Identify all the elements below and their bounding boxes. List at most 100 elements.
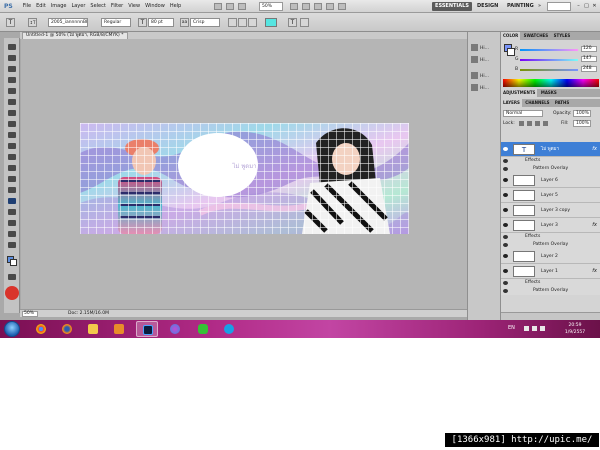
menu-layer[interactable]: Layer bbox=[71, 3, 85, 9]
move-tool-icon[interactable] bbox=[8, 44, 16, 50]
minimize-button[interactable]: – bbox=[575, 2, 582, 10]
effect-eye-icon[interactable] bbox=[503, 289, 508, 293]
menu-select[interactable]: Select bbox=[90, 3, 105, 9]
eye-visibility-icon[interactable] bbox=[503, 147, 508, 151]
layer-effect-row[interactable]: Pattern Overlay bbox=[501, 165, 600, 173]
eye-visibility-icon[interactable] bbox=[503, 254, 508, 258]
text-color-swatch[interactable] bbox=[265, 18, 277, 27]
layer-effects-icon[interactable]: fx bbox=[592, 218, 597, 233]
lock-position-icon[interactable] bbox=[535, 121, 540, 126]
layer-row[interactable]: T ไม่ พูดมา fx bbox=[501, 142, 600, 157]
lasso-tool-icon[interactable] bbox=[8, 66, 16, 72]
tab-adjustments[interactable]: ADJUSTMENTS bbox=[501, 89, 538, 97]
hand-tool-icon[interactable] bbox=[8, 242, 16, 248]
eyedropper-tool-icon[interactable] bbox=[8, 99, 16, 105]
workspace-painting-button[interactable]: PAINTING bbox=[507, 2, 534, 11]
anti-alias-select[interactable]: Crisp bbox=[190, 18, 220, 27]
lock-transparency-icon[interactable] bbox=[519, 121, 524, 126]
tray-arrow-icon[interactable] bbox=[524, 326, 529, 331]
align-center-icon[interactable] bbox=[238, 18, 247, 27]
fill-input[interactable]: 100% bbox=[573, 120, 591, 127]
start-button[interactable] bbox=[4, 321, 20, 337]
effect-eye-icon[interactable] bbox=[503, 243, 508, 247]
quick-select-tool-icon[interactable] bbox=[8, 77, 16, 83]
screen-mode-icon[interactable] bbox=[338, 3, 346, 10]
taskbar-skype[interactable] bbox=[218, 321, 240, 337]
layer-effects-icon[interactable]: fx bbox=[592, 142, 597, 157]
zoom-tool-icon[interactable] bbox=[302, 3, 310, 10]
menu-file[interactable]: File bbox=[23, 3, 31, 9]
history-panel-button[interactable]: Hi... bbox=[471, 44, 501, 54]
character-panel-icon[interactable] bbox=[300, 18, 309, 27]
taskbar-firefox[interactable] bbox=[56, 321, 78, 337]
blend-mode-select[interactable]: Normal bbox=[503, 110, 543, 117]
pen-tool-icon[interactable] bbox=[8, 209, 16, 215]
menu-edit[interactable]: Edit bbox=[36, 3, 46, 9]
tab-swatches[interactable]: SWATCHES bbox=[522, 33, 551, 38]
layer-name[interactable]: Layer 3 copy bbox=[541, 203, 570, 218]
tab-channels[interactable]: CHANNELS bbox=[523, 100, 551, 105]
layer-name[interactable]: Layer 2 bbox=[541, 249, 558, 264]
canvas-area[interactable]: ไม่ พูดมา bbox=[21, 39, 467, 309]
layer-row[interactable]: Layer 5 bbox=[501, 188, 600, 203]
volume-icon[interactable] bbox=[540, 326, 545, 331]
quick-mask-icon[interactable] bbox=[8, 274, 16, 280]
dodge-tool-icon[interactable] bbox=[8, 187, 16, 193]
menu-filter[interactable]: Filter bbox=[111, 3, 123, 9]
effect-eye-icon[interactable] bbox=[503, 159, 508, 163]
menu-help[interactable]: Help bbox=[170, 3, 181, 9]
paragraph-panel-button[interactable]: Hi... bbox=[471, 84, 501, 94]
text-orientation-icon[interactable]: ↕T bbox=[28, 18, 37, 27]
layer-name[interactable]: ไม่ พูดมา bbox=[541, 142, 559, 157]
workspace-design-button[interactable]: DESIGN bbox=[477, 2, 498, 11]
network-icon[interactable] bbox=[532, 326, 537, 331]
taskbar-line[interactable] bbox=[192, 321, 214, 337]
layer-name[interactable]: Layer 6 bbox=[541, 173, 558, 188]
taskbar-explorer[interactable] bbox=[82, 321, 104, 337]
taskbar-app-swirl[interactable] bbox=[164, 321, 186, 337]
pinned-app-icon[interactable] bbox=[5, 286, 19, 300]
layer-effect-row[interactable]: Pattern Overlay bbox=[501, 241, 600, 249]
layer-name[interactable]: Layer 5 bbox=[541, 188, 558, 203]
character-panel-button[interactable]: Hi... bbox=[471, 72, 501, 82]
layer-row[interactable]: Layer 3 copy bbox=[501, 203, 600, 218]
mini-bridge-icon[interactable] bbox=[226, 3, 234, 10]
type-tool-icon[interactable] bbox=[8, 198, 16, 204]
tab-styles[interactable]: STYLES bbox=[552, 33, 573, 38]
color-background-swatch[interactable] bbox=[507, 48, 515, 56]
workspace-essentials-button[interactable]: ESSENTIALS bbox=[432, 2, 472, 11]
actions-panel-button[interactable]: Hi... bbox=[471, 56, 501, 66]
effect-eye-icon[interactable] bbox=[503, 281, 508, 285]
zoom-level-select[interactable]: 50% bbox=[259, 2, 283, 11]
effect-eye-icon[interactable] bbox=[503, 235, 508, 239]
layer-effects-icon[interactable]: fx bbox=[592, 264, 597, 279]
red-value[interactable]: 120 bbox=[581, 46, 597, 52]
lock-all-icon[interactable] bbox=[543, 121, 548, 126]
layer-effect-row[interactable]: Effects bbox=[501, 233, 600, 241]
eye-visibility-icon[interactable] bbox=[503, 193, 508, 197]
layer-row[interactable]: Layer 1 fx bbox=[501, 264, 600, 279]
taskbar-media-player[interactable] bbox=[108, 321, 130, 337]
opacity-input[interactable]: 100% bbox=[573, 110, 591, 117]
layer-name[interactable]: Layer 3 bbox=[541, 218, 558, 233]
eye-visibility-icon[interactable] bbox=[503, 208, 508, 212]
view-extras-icon[interactable] bbox=[238, 3, 246, 10]
eye-visibility-icon[interactable] bbox=[503, 223, 508, 227]
artwork-image[interactable]: ไม่ พูดมา bbox=[80, 123, 409, 234]
font-size-select[interactable]: 80 pt bbox=[148, 18, 174, 27]
warp-text-icon[interactable]: T bbox=[288, 18, 297, 27]
lock-pixels-icon[interactable] bbox=[527, 121, 532, 126]
font-style-select[interactable]: Regular bbox=[101, 18, 131, 27]
tab-paths[interactable]: PATHS bbox=[553, 100, 571, 105]
rotate-view-icon[interactable] bbox=[314, 3, 322, 10]
crop-tool-icon[interactable] bbox=[8, 88, 16, 94]
type-tool-preset-icon[interactable]: T bbox=[6, 18, 15, 27]
tab-layers[interactable]: LAYERS bbox=[501, 99, 522, 107]
path-select-tool-icon[interactable] bbox=[8, 220, 16, 226]
taskbar-clock[interactable]: 20:59 1/9/2557 bbox=[560, 322, 590, 336]
taskbar-chrome[interactable] bbox=[30, 321, 52, 337]
history-brush-tool-icon[interactable] bbox=[8, 143, 16, 149]
shape-tool-icon[interactable] bbox=[8, 231, 16, 237]
layer-effect-row[interactable]: Pattern Overlay bbox=[501, 287, 600, 295]
taskbar-photoshop[interactable] bbox=[136, 321, 158, 337]
